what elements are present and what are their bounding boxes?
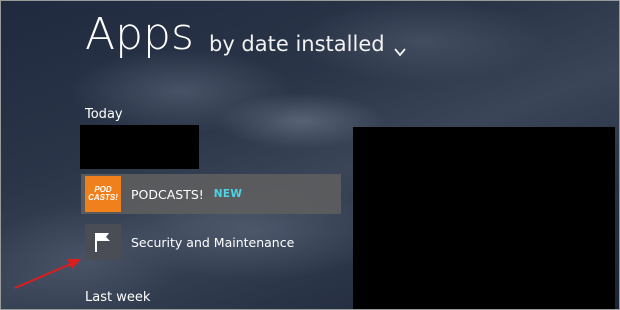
annotation-arrow-icon xyxy=(14,259,81,289)
start-screen-apps-view: Apps by date installed Today POD CASTS! P… xyxy=(0,0,620,310)
